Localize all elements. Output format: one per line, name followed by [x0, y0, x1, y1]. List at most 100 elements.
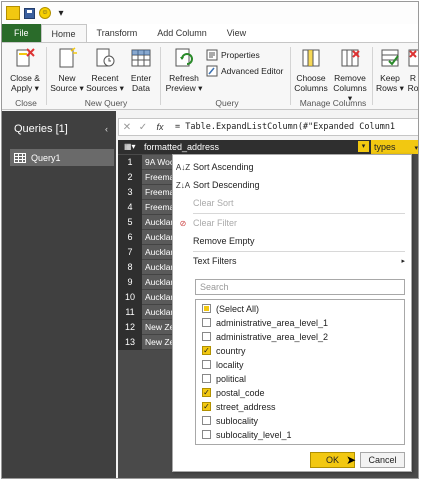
remove-rows-button[interactable]: R Ro	[406, 47, 418, 93]
checkbox[interactable]: ✓	[202, 346, 211, 355]
checkbox-select-all[interactable]	[202, 304, 211, 313]
checkbox[interactable]	[202, 332, 211, 341]
sort-descending-item[interactable]: Z↓A Sort Descending	[173, 177, 411, 193]
refresh-preview-button[interactable]: Refresh Preview ▾	[164, 47, 204, 93]
column-header-label: types	[374, 142, 396, 152]
table-row[interactable]: 6 Auckland	[118, 230, 178, 245]
table-menu-icon[interactable]: ▦▾	[124, 142, 136, 151]
formula-accept-icon[interactable]: ✓	[135, 122, 151, 133]
sort-descending-icon: Z↓A	[175, 180, 191, 190]
filter-value-list: (Select All) administrative_area_level_1…	[195, 299, 405, 445]
checkbox[interactable]	[202, 430, 211, 439]
menu-divider	[193, 251, 405, 252]
row-number: 2	[118, 170, 142, 185]
row-number: 12	[118, 320, 142, 335]
list-item[interactable]: sublocality_level_1	[202, 427, 292, 442]
table-row[interactable]: 8 Auckland	[118, 260, 178, 275]
table-row[interactable]: 3 Freema	[118, 185, 178, 200]
table-row[interactable]: 9 Auckland	[118, 275, 178, 290]
table-row[interactable]: 2 Freema	[118, 170, 178, 185]
keep-rows-button[interactable]: Keep Rows ▾	[376, 47, 404, 93]
ribbon-tabs: File Home Transform Add Column View	[2, 24, 418, 42]
filter-search-input[interactable]: Search	[195, 279, 405, 295]
column-header-types[interactable]: types ▾	[371, 140, 418, 156]
advanced-editor-button[interactable]: Advanced Editor	[206, 65, 283, 77]
table-row[interactable]: 7 Auckland	[118, 245, 178, 260]
menu-divider	[193, 213, 405, 214]
remove-empty-item[interactable]: Remove Empty	[173, 233, 411, 249]
checkbox[interactable]: ✓	[202, 402, 211, 411]
close-apply-icon	[16, 48, 35, 67]
list-item[interactable]: political	[202, 371, 246, 386]
table-row[interactable]: 1 9A Woo	[118, 155, 178, 170]
queries-header: Queries [1]	[14, 123, 68, 135]
row-number: 9	[118, 275, 142, 290]
ribbon-divider	[372, 47, 373, 105]
list-item[interactable]: (Select All)	[202, 301, 259, 316]
recent-sources-button[interactable]: Recent Sources ▾	[86, 47, 124, 93]
ribbon: Close & Apply ▾ Close New Source ▾ Recen…	[2, 42, 418, 110]
save-icon[interactable]	[24, 7, 35, 19]
table-row[interactable]: 5 Auckland	[118, 215, 178, 230]
submenu-arrow-icon: ▸	[401, 258, 405, 265]
checkbox[interactable]	[202, 360, 211, 369]
formula-input[interactable]: = Table.ExpandListColumn(#"Expanded Colu…	[169, 122, 395, 132]
close-apply-button[interactable]: Close & Apply ▾	[8, 47, 42, 93]
ribbon-divider	[290, 47, 291, 105]
properties-icon	[206, 49, 218, 61]
tab-file[interactable]: File	[2, 24, 41, 42]
text-filters-item[interactable]: Text Filters ▸	[173, 253, 411, 269]
formula-cancel-icon[interactable]: ✕	[119, 122, 135, 133]
filter-dropdown-icon[interactable]: ▾	[358, 141, 369, 152]
title-bar: ☺ ▾	[2, 2, 418, 24]
table-grid-icon	[131, 49, 151, 67]
tab-home[interactable]: Home	[40, 24, 87, 42]
queries-pane: Queries [1] ‹ Query1	[2, 111, 116, 478]
table-row[interactable]: 12 New Zea	[118, 320, 178, 335]
group-label-new-query: New Query	[84, 98, 128, 108]
refresh-icon	[175, 48, 193, 67]
collapse-pane-icon[interactable]: ‹	[105, 124, 108, 134]
list-item[interactable]: administrative_area_level_1	[202, 315, 328, 330]
smiley-feedback-icon[interactable]: ☺	[39, 7, 51, 19]
row-number: 5	[118, 215, 142, 230]
table-row[interactable]: 4 Freema	[118, 200, 178, 215]
remove-rows-icon	[408, 49, 418, 67]
column-header-formatted-address[interactable]: formatted_address	[142, 140, 358, 154]
filter-dropdown-icon[interactable]: ▾	[414, 142, 418, 156]
list-item[interactable]: ✓ postal_code	[202, 385, 265, 400]
table-row[interactable]: 11 Auckland	[118, 305, 178, 320]
choose-columns-button[interactable]: Choose Columns	[294, 47, 328, 93]
checkbox[interactable]	[202, 318, 211, 327]
checkbox[interactable]	[202, 374, 211, 383]
row-number: 7	[118, 245, 142, 260]
clear-sort-item[interactable]: Clear Sort	[173, 195, 411, 211]
ribbon-divider	[160, 47, 161, 105]
checkbox[interactable]	[202, 416, 211, 425]
tab-transform[interactable]: Transform	[87, 24, 148, 42]
query-item-label: Query1	[31, 152, 61, 163]
tab-view[interactable]: View	[217, 24, 256, 42]
list-item[interactable]: administrative_area_level_2	[202, 329, 328, 344]
qat-dropdown-icon[interactable]: ▾	[55, 7, 67, 19]
clear-filter-item[interactable]: ⊘ Clear Filter	[173, 215, 411, 231]
properties-button[interactable]: Properties	[206, 49, 260, 61]
sort-ascending-item[interactable]: A↓Z Sort Ascending	[173, 159, 411, 175]
tab-add-column[interactable]: Add Column	[147, 24, 217, 42]
list-item[interactable]: ✓ street_address	[202, 399, 276, 414]
table-row[interactable]: 10 Auckland	[118, 290, 178, 305]
list-item[interactable]: ✓ country	[202, 343, 246, 358]
enter-data-button[interactable]: Enter Data	[126, 47, 156, 93]
advanced-editor-icon	[206, 65, 218, 77]
checkbox[interactable]: ✓	[202, 388, 211, 397]
table-row[interactable]: 13 New Zea	[118, 335, 178, 350]
new-source-button[interactable]: New Source ▾	[50, 47, 84, 93]
row-number: 6	[118, 230, 142, 245]
list-item[interactable]: sublocality	[202, 413, 258, 428]
cancel-button[interactable]: Cancel	[360, 452, 405, 468]
row-number: 8	[118, 260, 142, 275]
remove-columns-button[interactable]: Remove Columns ▾	[332, 47, 368, 103]
clear-filter-icon: ⊘	[179, 218, 187, 228]
list-item[interactable]: locality	[202, 357, 244, 372]
query-item-query1[interactable]: Query1	[10, 149, 114, 166]
